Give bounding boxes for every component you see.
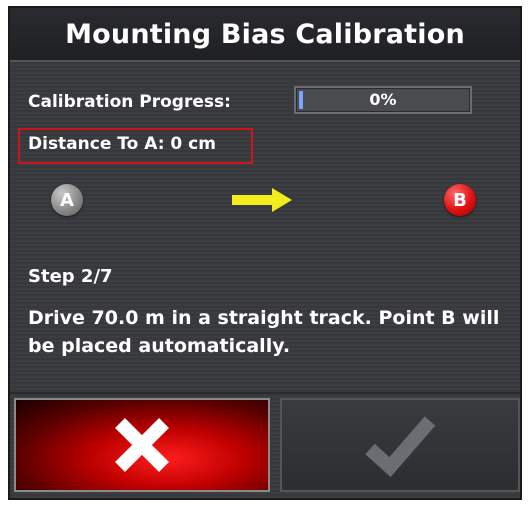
confirm-button[interactable] [280,398,520,492]
calibration-progress-label: Calibration Progress: [28,92,231,112]
title-bar: Mounting Bias Calibration [10,8,520,62]
point-b-letter: B [453,189,467,211]
close-icon [115,418,169,472]
cancel-button[interactable] [14,398,270,492]
instruction-text: Drive 70.0 m in a straight track. Point … [28,307,500,357]
point-a-letter: A [60,189,74,211]
calibration-progress-bar: 0% [294,86,472,114]
divider [10,392,520,394]
step-label: Step 2/7 [28,266,113,287]
point-b-icon: B [444,184,476,216]
dialog-title: Mounting Bias Calibration [65,18,465,50]
right-arrow-icon [232,188,292,212]
calibration-dialog: Mounting Bias Calibration Calibration Pr… [8,6,522,500]
checkmark-icon [365,416,436,477]
point-a-icon: A [51,184,83,216]
progress-value: 0% [369,90,397,109]
distance-to-a-label: Distance To A: 0 cm [28,134,216,154]
